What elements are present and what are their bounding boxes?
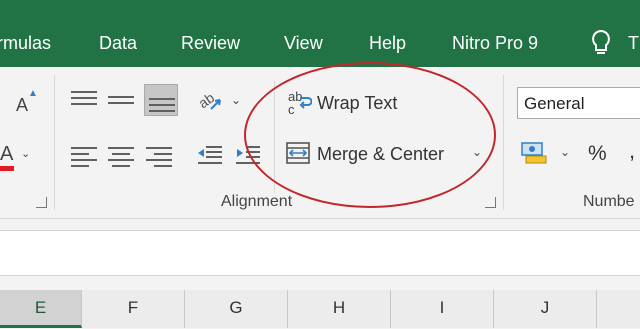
alignment-dialog-launcher-icon[interactable] <box>485 197 496 208</box>
font-dialog-launcher-icon[interactable] <box>36 197 47 208</box>
font-color-button[interactable]: A <box>0 144 13 164</box>
alignment-group-label: Alignment <box>221 193 293 210</box>
annotation-circle <box>244 62 496 208</box>
column-header-j[interactable]: J <box>494 290 597 328</box>
tab-view[interactable]: View <box>284 33 323 54</box>
column-header-h[interactable]: H <box>288 290 391 328</box>
bottom-align-button[interactable] <box>144 84 178 116</box>
percent-style-button[interactable]: % <box>588 143 607 164</box>
font-color-bar <box>0 166 14 171</box>
number-group-label: Numbe <box>583 193 635 210</box>
tab-nitro-pro[interactable]: Nitro Pro 9 <box>452 33 538 54</box>
group-separator <box>503 75 504 210</box>
group-separator <box>54 75 55 210</box>
column-header-g[interactable]: G <box>185 290 288 328</box>
middle-align-button[interactable] <box>108 96 134 108</box>
number-format-select[interactable]: General <box>517 87 640 119</box>
orientation-dropdown-icon[interactable]: ⌄ <box>231 94 241 106</box>
tab-tell-me[interactable]: T <box>628 33 639 54</box>
tab-help[interactable]: Help <box>369 33 406 54</box>
formula-bar[interactable] <box>0 230 640 276</box>
accounting-format-icon[interactable] <box>520 140 550 166</box>
ribbon-tab-bar: rmulas Data Review View Help Nitro Pro 9… <box>0 0 640 67</box>
chevron-down-icon[interactable]: ⌄ <box>21 149 30 160</box>
top-align-button[interactable] <box>71 91 97 109</box>
decrease-indent-icon[interactable] <box>196 145 224 167</box>
align-left-button[interactable] <box>71 147 97 171</box>
center-button[interactable] <box>108 147 134 171</box>
caret-up-icon: ▲ <box>28 88 38 99</box>
chevron-down-icon[interactable]: ⌄ <box>560 146 570 158</box>
lightbulb-icon[interactable] <box>590 29 612 57</box>
tab-formulas[interactable]: rmulas <box>0 33 51 54</box>
column-header-e[interactable]: E <box>0 290 82 328</box>
decrease-font-size-button[interactable]: A <box>16 96 28 114</box>
orientation-icon[interactable]: ab <box>195 87 223 113</box>
comma-style-button[interactable]: , <box>629 140 635 162</box>
column-header-f[interactable]: F <box>82 290 185 328</box>
align-right-button[interactable] <box>146 147 172 171</box>
tab-review[interactable]: Review <box>181 33 240 54</box>
svg-text:ab: ab <box>197 89 217 111</box>
column-header-i[interactable]: I <box>391 290 494 328</box>
tab-data[interactable]: Data <box>99 33 137 54</box>
column-header-k[interactable] <box>597 290 640 328</box>
